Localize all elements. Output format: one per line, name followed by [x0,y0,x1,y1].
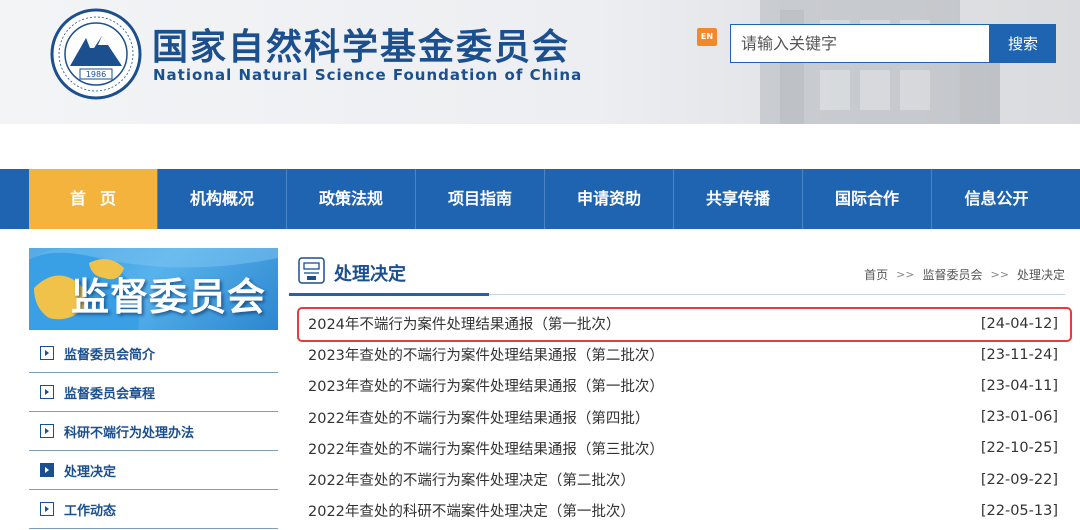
news-title[interactable]: 2022年查处的科研不端案件处理决定（第一批次） [308,500,635,521]
page: 1986 国家自然科学基金委员会 National Natural Scienc… [0,0,1080,530]
news-title[interactable]: 2024年不端行为案件处理结果通报（第一批次） [308,313,620,334]
search-button[interactable]: 搜索 [990,24,1056,63]
sidebar-item-label: 监督委员会简介 [64,347,156,363]
nav-item-sharing[interactable]: 共享传播 [674,169,803,229]
arrow-box-icon [40,385,54,399]
news-title[interactable]: 2023年查处的不端行为案件处理结果通报（第二批次） [308,344,664,365]
arrow-box-icon [40,502,54,516]
news-date: [22-05-13] [980,502,1058,519]
sidebar-menu: 监督委员会简介 监督委员会章程 科研不端行为处理办法 处理决定 工作动态 [29,334,278,529]
nav-item-international[interactable]: 国际合作 [803,169,932,229]
news-title[interactable]: 2022年查处的不端行为案件处理决定（第二批次） [308,469,635,490]
sidebar-item-label: 工作动态 [64,503,117,519]
sidebar-banner: 监督委员会 [29,248,278,330]
news-item[interactable]: 2022年查处的不端行为案件处理结果通报（第三批次） [22-10-25] [308,433,1058,464]
sidebar-item-label: 监督委员会章程 [64,386,156,402]
nav-item-about[interactable]: 机构概况 [158,169,287,229]
search-input[interactable] [730,24,990,63]
news-date: [23-11-24] [980,346,1058,363]
logo-year: 1986 [86,70,106,79]
document-icon [298,257,325,284]
sidebar-item-charter[interactable]: 监督委员会章程 [29,373,278,412]
main-nav: 首页 机构概况 政策法规 项目指南 申请资助 共享传播 国际合作 信息公开 [0,169,1080,229]
sidebar-item-decisions[interactable]: 处理决定 [29,451,278,490]
header: 1986 国家自然科学基金委员会 National Natural Scienc… [0,0,1080,124]
arrow-box-icon [40,463,54,477]
news-date: [23-04-11] [980,377,1058,394]
news-date: [24-04-12] [980,315,1058,332]
news-item[interactable]: 2022年查处的不端行为案件处理结果通报（第四批） [23-01-06] [308,402,1058,433]
breadcrumb-committee-link[interactable]: 监督委员会 [923,266,983,283]
sidebar-banner-title: 监督委员会 [71,275,267,319]
nav-item-disclosure[interactable]: 信息公开 [932,169,1061,229]
news-item[interactable]: 2024年不端行为案件处理结果通报（第一批次） [24-04-12] [308,308,1058,339]
nav-item-policy[interactable]: 政策法规 [287,169,416,229]
nsfc-logo: 1986 [50,8,142,100]
news-list: 2024年不端行为案件处理结果通报（第一批次） [24-04-12] 2023年… [308,308,1058,526]
news-date: [22-10-25] [980,440,1058,457]
news-item[interactable]: 2023年查处的不端行为案件处理结果通报（第一批次） [23-04-11] [308,370,1058,401]
arrow-box-icon [40,424,54,438]
sidebar-item-misconduct-rules[interactable]: 科研不端行为处理办法 [29,412,278,451]
breadcrumb: 首页 >> 监督委员会 >> 处理决定 [864,266,1065,283]
news-title[interactable]: 2023年查处的不端行为案件处理结果通报（第一批次） [308,375,664,396]
sidebar-item-label: 处理决定 [64,464,117,480]
english-version-link[interactable]: EN [697,28,717,46]
news-date: [22-09-22] [980,471,1058,488]
section-title: 处理决定 [334,264,406,285]
news-item[interactable]: 2022年查处的不端行为案件处理决定（第二批次） [22-09-22] [308,464,1058,495]
breadcrumb-home-link[interactable]: 首页 [864,266,888,283]
arrow-box-icon [40,346,54,360]
news-title[interactable]: 2022年查处的不端行为案件处理结果通报（第三批次） [308,438,664,459]
sidebar-item-news[interactable]: 工作动态 [29,490,278,529]
site-title-cn: 国家自然科学基金委员会 [152,27,571,68]
sidebar-item-intro[interactable]: 监督委员会简介 [29,334,278,373]
nav-item-apply[interactable]: 申请资助 [545,169,674,229]
nav-item-home[interactable]: 首页 [29,169,158,229]
news-title[interactable]: 2022年查处的不端行为案件处理结果通报（第四批） [308,407,649,428]
breadcrumb-separator: >> [990,268,1009,281]
divider-accent [289,293,489,296]
breadcrumb-separator: >> [896,268,915,281]
news-date: [23-01-06] [980,409,1058,426]
nav-item-guide[interactable]: 项目指南 [416,169,545,229]
site-title-en: National Natural Science Foundation of C… [153,66,583,84]
breadcrumb-current: 处理决定 [1016,268,1065,282]
sidebar-item-label: 科研不端行为处理办法 [64,425,195,441]
news-item[interactable]: 2022年查处的科研不端案件处理决定（第一批次） [22-05-13] [308,495,1058,526]
news-item[interactable]: 2023年查处的不端行为案件处理结果通报（第二批次） [23-11-24] [308,339,1058,370]
